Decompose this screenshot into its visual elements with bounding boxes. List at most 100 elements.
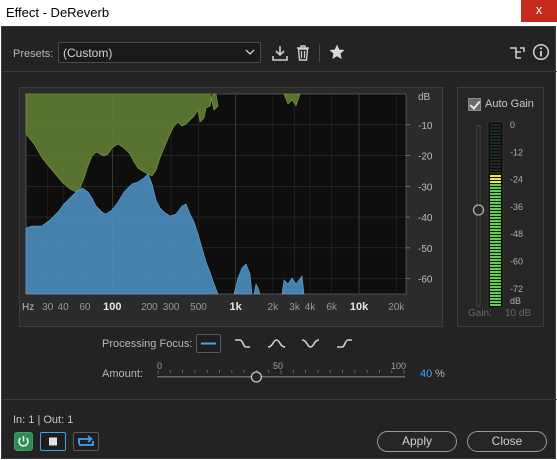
amount-slider-ticks xyxy=(157,370,405,374)
meter-segment xyxy=(490,271,501,273)
processing-focus-label: Processing Focus: xyxy=(102,338,193,350)
toolbar-separator xyxy=(319,44,320,62)
freq-tick-label: 300 xyxy=(163,302,180,313)
db-tick-label: -10 xyxy=(418,121,433,132)
meter-segment xyxy=(490,172,501,174)
freq-tick-label: 500 xyxy=(190,302,207,313)
meter-segment xyxy=(490,211,501,213)
window-title: Effect - DeReverb xyxy=(6,5,110,20)
meter-tick-label: -24 xyxy=(510,175,523,185)
download-icon[interactable] xyxy=(271,44,289,62)
apply-button[interactable]: Apply xyxy=(377,431,457,452)
power-button[interactable] xyxy=(14,432,33,451)
freq-tick-label: 6k xyxy=(326,302,338,313)
meter-segment xyxy=(490,250,501,252)
freq-tick-label: 40 xyxy=(58,302,70,313)
meter-segment xyxy=(490,157,501,159)
amount-slider[interactable] xyxy=(154,369,410,385)
meter-tick-label: -60 xyxy=(510,257,523,267)
gain-meter: 0 -12 -24 -36 -48 -60 -72 dB xyxy=(472,120,523,309)
star-icon[interactable] xyxy=(328,43,346,61)
meter-tick-labels: 0 -12 -24 -36 -48 -60 -72 dB xyxy=(510,120,523,306)
effect-panel: Presets: (Custom) dB -10 -20 -30 -40 -50 -60 H xyxy=(1,26,557,459)
meter-segment xyxy=(490,184,501,186)
focus-mid-button[interactable] xyxy=(264,334,289,353)
meter-segment xyxy=(490,223,501,225)
meter-segment xyxy=(490,145,501,147)
low-curve-icon xyxy=(235,339,250,348)
amount-value[interactable]: 40 xyxy=(420,368,432,380)
loop-button[interactable] xyxy=(73,432,99,451)
meter-segment xyxy=(490,274,501,276)
info-icon[interactable] xyxy=(532,43,550,61)
meter-segment xyxy=(490,304,501,306)
meter-segment xyxy=(490,190,501,192)
meter-segment xyxy=(490,166,501,168)
meter-segment xyxy=(490,178,501,180)
meter-segment xyxy=(490,133,501,135)
db-tick-labels: dB -10 -20 -30 -40 -50 -60 xyxy=(418,92,433,286)
stop-icon xyxy=(49,437,57,446)
meter-segment xyxy=(490,202,501,204)
presets-label: Presets: xyxy=(13,48,54,60)
meter-segment xyxy=(490,160,501,162)
meter-segment xyxy=(490,169,501,171)
spectrum-graph[interactable]: dB -10 -20 -30 -40 -50 -60 Hz 30 40 60 100 200 300 50… xyxy=(19,87,443,327)
meter-segment xyxy=(490,238,501,240)
meter-segment xyxy=(490,124,501,126)
db-tick-label: -60 xyxy=(418,275,433,286)
freq-tick-label: 3k xyxy=(289,302,301,313)
stop-preview-button[interactable] xyxy=(40,432,66,451)
meter-segment xyxy=(490,298,501,300)
close-button[interactable]: Close xyxy=(467,431,547,452)
db-tick-label: -50 xyxy=(418,244,433,255)
meter-segment xyxy=(490,151,501,153)
meter-segment xyxy=(490,187,501,189)
meter-segment xyxy=(490,295,501,297)
meter-segment xyxy=(490,196,501,198)
meter-tick-label: -48 xyxy=(510,229,523,239)
routing-icon[interactable] xyxy=(508,44,526,62)
freq-tick-label: 60 xyxy=(79,302,91,313)
window-close-button[interactable]: x xyxy=(521,0,557,22)
meter-segment xyxy=(490,205,501,207)
io-channels-text: In: 1 | Out: 1 xyxy=(13,414,74,426)
auto-gain-panel: Auto Gain 0 -12 -24 -36 -48 -60 -72 dB Gain: 10… xyxy=(457,87,544,327)
meter-segment xyxy=(490,148,501,150)
trash-icon[interactable] xyxy=(294,44,312,62)
gain-slider-thumb xyxy=(472,204,485,216)
focus-notch-button[interactable] xyxy=(298,334,323,353)
hz-axis-label: Hz xyxy=(22,302,34,313)
meter-segment xyxy=(490,220,501,222)
db-tick-label: -40 xyxy=(418,213,433,224)
spectrum-svg: dB -10 -20 -30 -40 -50 -60 Hz 30 40 60 100 200 300 50… xyxy=(22,92,433,313)
meter-segment xyxy=(490,244,501,246)
meter-tick-label: -12 xyxy=(510,147,523,157)
presets-dropdown[interactable]: (Custom) xyxy=(58,42,261,63)
meter-segment xyxy=(490,286,501,288)
meter-segment xyxy=(490,181,501,183)
meter-segment xyxy=(490,283,501,285)
meter-segment xyxy=(490,259,501,261)
freq-tick-label: 4k xyxy=(305,302,317,313)
flat-curve-icon xyxy=(201,342,216,345)
amount-unit: % xyxy=(435,368,445,380)
chevron-down-icon xyxy=(245,49,255,55)
gain-slider-track xyxy=(476,125,481,307)
title-bar: Effect - DeReverb x xyxy=(0,0,557,26)
meter-tick-label: -36 xyxy=(510,202,523,212)
frequency-tick-labels: Hz 30 40 60 100 200 300 500 1k 2k 3k 4k 6k 10k 20k xyxy=(22,301,405,313)
focus-all-button[interactable] xyxy=(196,334,221,353)
meter-segment xyxy=(490,256,501,258)
db-tick-label: -20 xyxy=(418,152,433,163)
auto-gain-checkbox[interactable] xyxy=(468,98,481,111)
meter-segment xyxy=(490,154,501,156)
gain-label: Gain: xyxy=(468,308,492,319)
freq-tick-label: 100 xyxy=(103,301,121,313)
meter-segment xyxy=(490,175,501,177)
focus-low-button[interactable] xyxy=(230,334,255,353)
focus-high-button[interactable] xyxy=(332,334,357,353)
meter-segment xyxy=(490,136,501,138)
toolbar-divider xyxy=(2,71,557,72)
freq-tick-label: 30 xyxy=(42,302,54,313)
